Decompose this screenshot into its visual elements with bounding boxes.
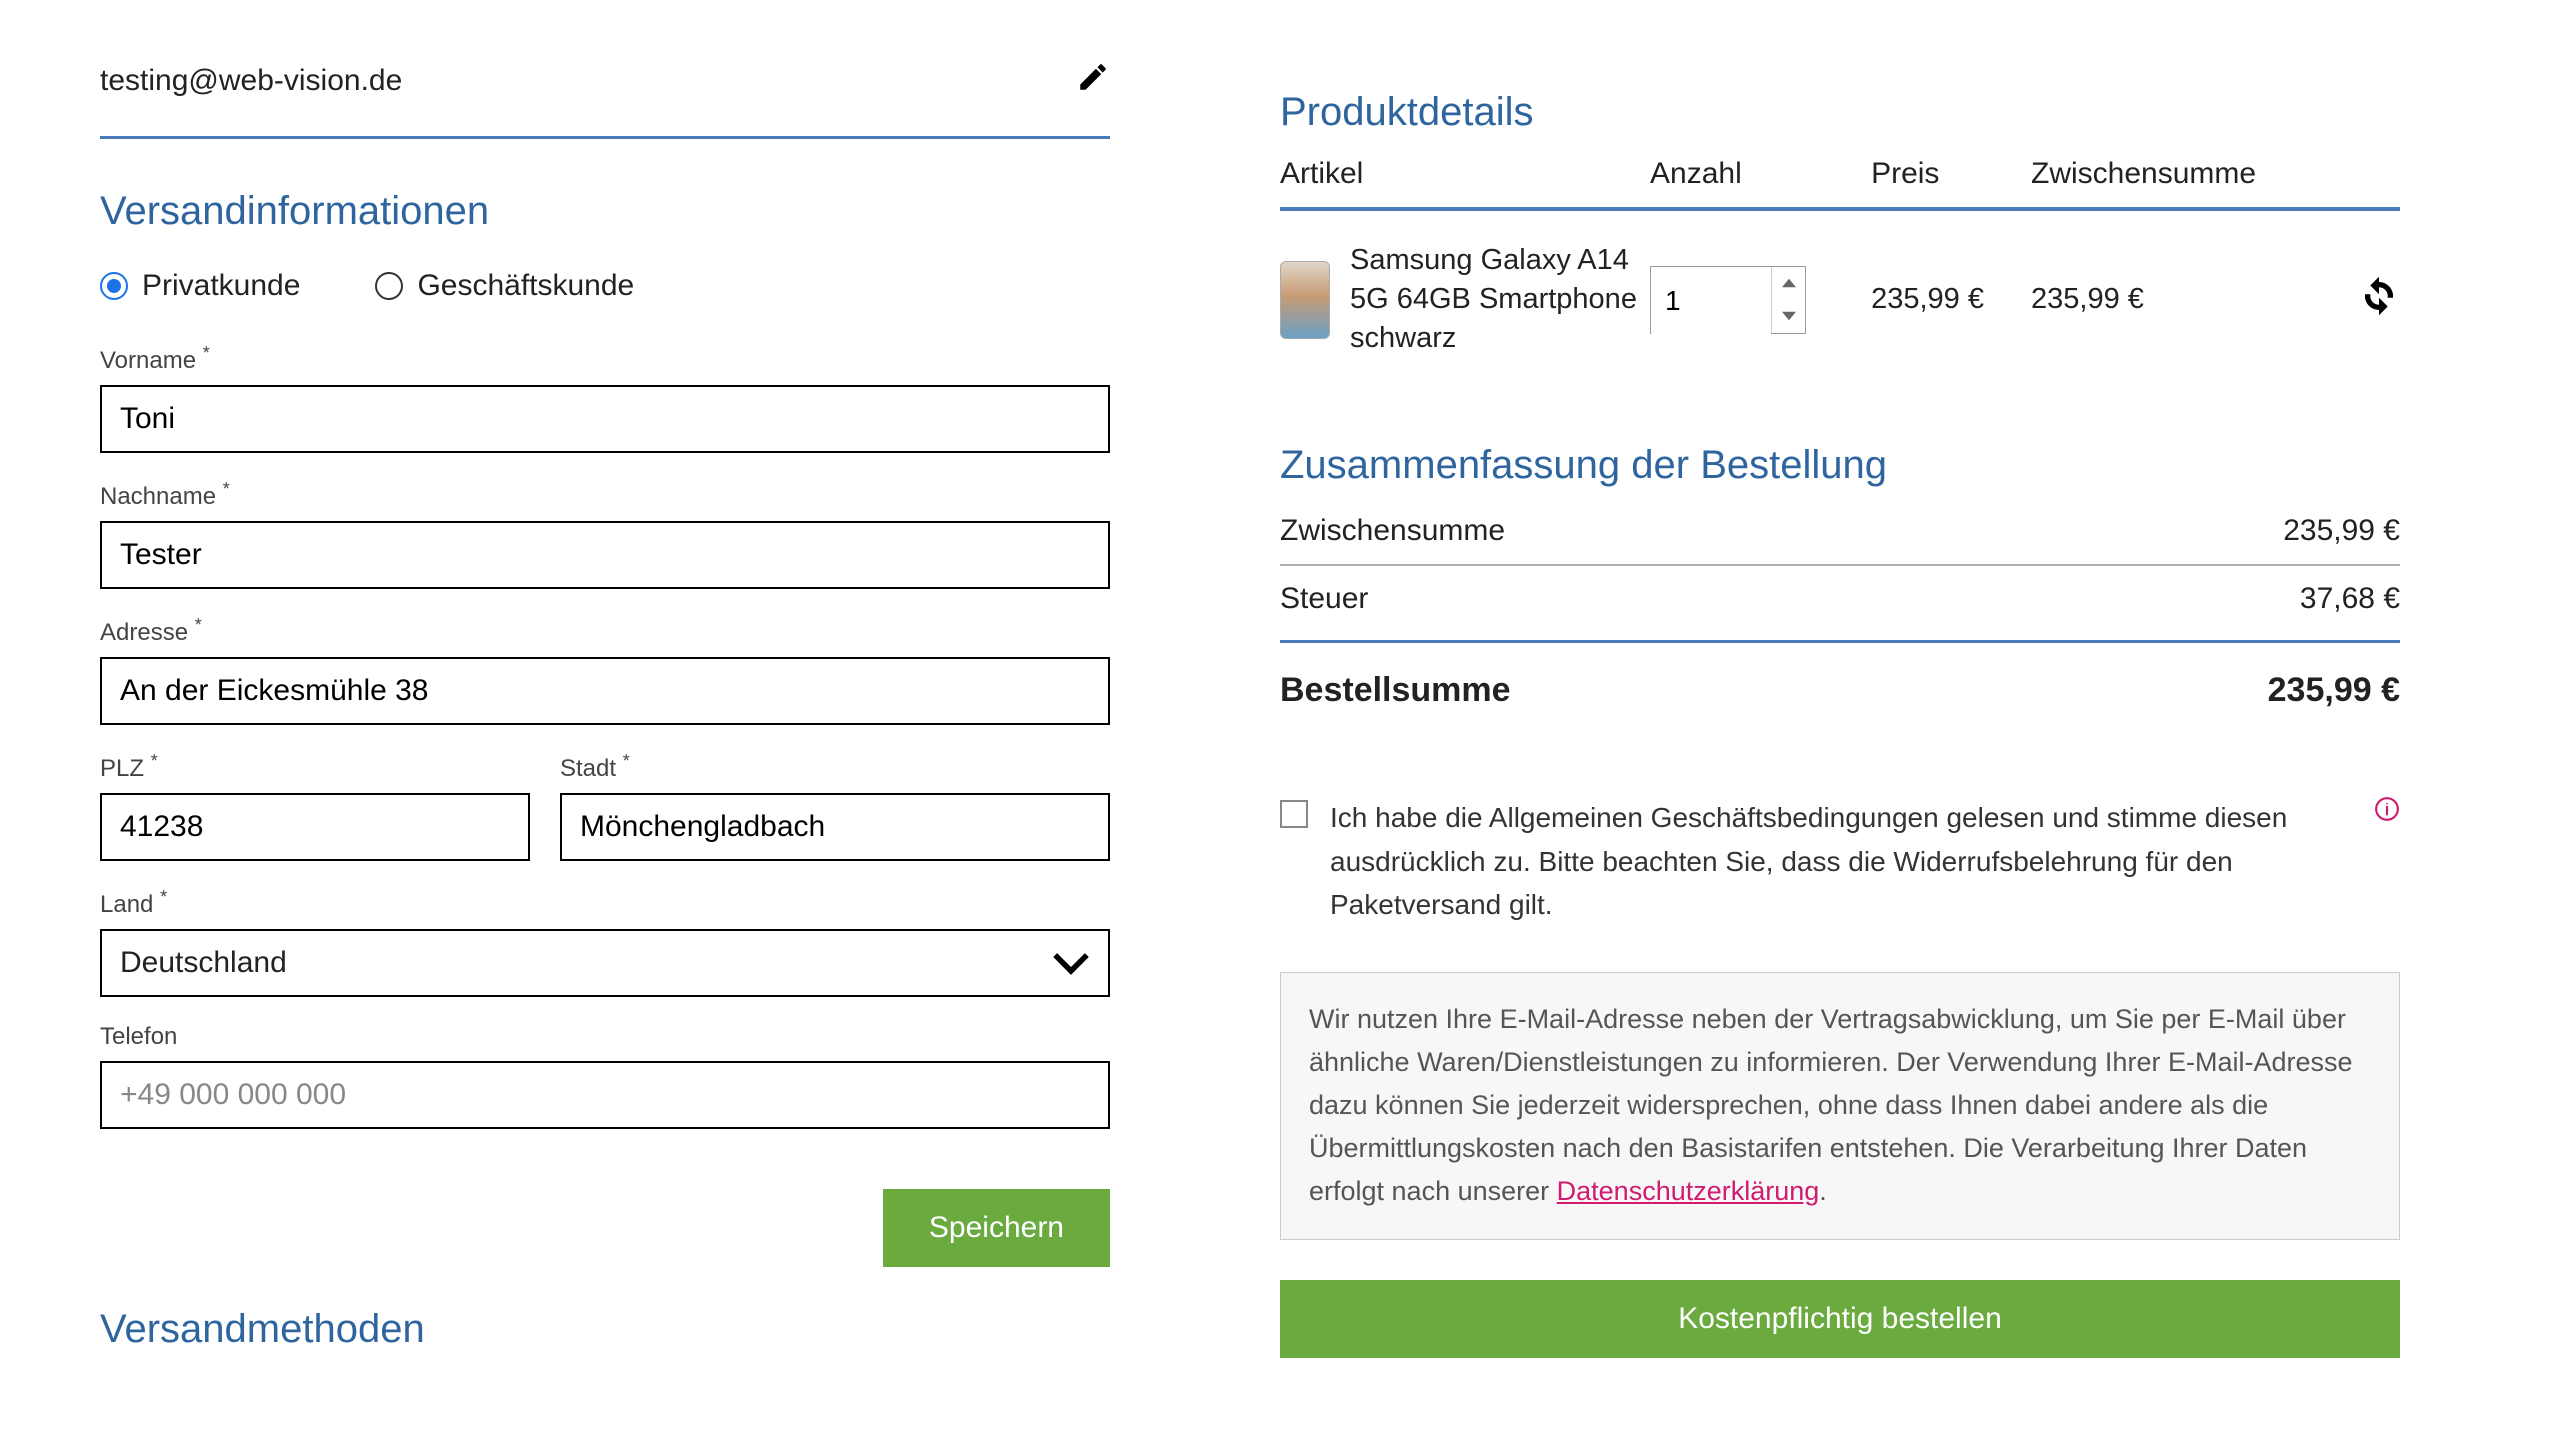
country-select[interactable]: Deutschland: [100, 929, 1110, 997]
subtotal-value: 235,99 €: [2283, 514, 2400, 548]
shipping-methods-heading: Versandmethoden: [100, 1307, 1110, 1352]
country-label: Land *: [100, 887, 1110, 919]
qty-down-button[interactable]: [1772, 300, 1805, 333]
phone-input[interactable]: [100, 1061, 1110, 1129]
zip-label: PLZ *: [100, 751, 530, 783]
zip-input[interactable]: [100, 793, 530, 861]
total-label: Bestellsumme: [1280, 671, 1511, 710]
radio-private[interactable]: Privatkunde: [100, 269, 300, 303]
product-table: Artikel Anzahl Preis Zwischensumme Samsu…: [1280, 157, 2400, 408]
terms-text: Ich habe die Allgemeinen Geschäftsbeding…: [1330, 796, 2400, 926]
order-button[interactable]: Kostenpflichtig bestellen: [1280, 1280, 2400, 1358]
lastname-input[interactable]: [100, 521, 1110, 589]
pencil-icon: [1076, 60, 1110, 94]
product-name: Samsung Galaxy A14 5G 64GB Smartphone sc…: [1350, 209, 1650, 408]
subtotal-label: Zwischensumme: [1280, 514, 1505, 548]
address-input[interactable]: [100, 657, 1110, 725]
radio-business[interactable]: Geschäftskunde: [375, 269, 634, 303]
col-subtotal: Zwischensumme: [2031, 157, 2350, 209]
refresh-icon: [2358, 275, 2400, 317]
terms-checkbox[interactable]: [1280, 800, 1308, 828]
email-value: testing@web-vision.de: [100, 64, 402, 98]
col-qty: Anzahl: [1650, 157, 1871, 209]
lastname-label: Nachname *: [100, 479, 1110, 511]
firstname-input[interactable]: [100, 385, 1110, 453]
qty-up-button[interactable]: [1772, 267, 1805, 300]
chevron-up-icon: [1782, 278, 1796, 288]
summary-heading: Zusammenfassung der Bestellung: [1280, 443, 2400, 488]
chevron-down-icon: [1052, 949, 1090, 977]
qty-stepper[interactable]: [1650, 266, 1806, 334]
privacy-link[interactable]: Datenschutzerklärung: [1557, 1176, 1820, 1206]
total-value: 235,99 €: [2268, 671, 2400, 710]
product-details-heading: Produktdetails: [1280, 90, 2400, 135]
refresh-button[interactable]: [2358, 292, 2400, 324]
product-image: [1280, 261, 1330, 339]
product-price: 235,99 €: [1871, 209, 2031, 408]
edit-email-button[interactable]: [1076, 60, 1110, 101]
summary-row-total: Bestellsumme 235,99 €: [1280, 640, 2400, 726]
notice-after: .: [1819, 1176, 1827, 1206]
notice-text: Wir nutzen Ihre E-Mail-Adresse neben der…: [1309, 1004, 2353, 1207]
firstname-label: Vorname *: [100, 343, 1110, 375]
shipping-heading: Versandinformationen: [100, 189, 1110, 234]
info-icon[interactable]: [2374, 796, 2400, 829]
radio-icon: [375, 272, 403, 300]
phone-label: Telefon: [100, 1023, 1110, 1051]
country-value: Deutschland: [120, 946, 287, 980]
summary-row-subtotal: Zwischensumme 235,99 €: [1280, 514, 2400, 564]
address-label: Adresse *: [100, 615, 1110, 647]
city-input[interactable]: [560, 793, 1110, 861]
radio-business-label: Geschäftskunde: [417, 269, 634, 303]
product-subtotal: 235,99 €: [2031, 209, 2350, 408]
tax-value: 37,68 €: [2300, 582, 2400, 616]
radio-private-label: Privatkunde: [142, 269, 300, 303]
save-button[interactable]: Speichern: [883, 1189, 1110, 1267]
email-row: testing@web-vision.de: [100, 60, 1110, 139]
qty-input[interactable]: [1651, 267, 1771, 335]
terms-section: Ich habe die Allgemeinen Geschäftsbeding…: [1280, 796, 2400, 926]
chevron-down-icon: [1782, 311, 1796, 321]
privacy-notice: Wir nutzen Ihre E-Mail-Adresse neben der…: [1280, 972, 2400, 1240]
col-price: Preis: [1871, 157, 2031, 209]
table-row: Samsung Galaxy A14 5G 64GB Smartphone sc…: [1280, 209, 2400, 408]
tax-label: Steuer: [1280, 582, 1368, 616]
col-article: Artikel: [1280, 157, 1650, 209]
radio-icon: [100, 272, 128, 300]
summary-row-tax: Steuer 37,68 €: [1280, 564, 2400, 632]
city-label: Stadt *: [560, 751, 1110, 783]
